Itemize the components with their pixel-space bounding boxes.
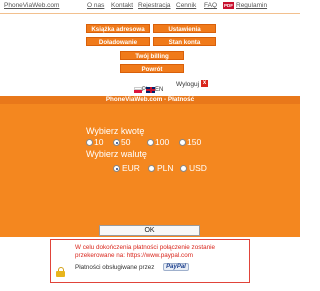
- logout-link[interactable]: Wyloguj: [176, 81, 199, 88]
- english-flag-icon[interactable]: [146, 87, 155, 93]
- amount-option-10: 10: [94, 137, 104, 147]
- amount-option-50: 50: [121, 137, 131, 147]
- amount-option-150: 150: [187, 137, 202, 147]
- amount-option-100: 100: [155, 137, 170, 147]
- nav-link-contact[interactable]: Kontakt: [111, 0, 133, 12]
- account-status-button[interactable]: Stan konta: [153, 37, 216, 46]
- payment-provider-text: Płatności obsługiwane przez: [75, 264, 155, 271]
- amount-radio-150[interactable]: [179, 139, 186, 146]
- nav-link-faq[interactable]: FAQ: [204, 0, 217, 12]
- redirect-notice-line-1: W celu dokończenia płatności połączenie …: [75, 244, 216, 251]
- polish-flag-icon[interactable]: [134, 87, 142, 93]
- currency-radio-pln[interactable]: [148, 165, 155, 172]
- currency-label: Wybierz walutę: [86, 149, 147, 159]
- currency-radio-eur[interactable]: [113, 165, 120, 172]
- currency-option-usd: USD: [189, 163, 207, 173]
- amount-label: Wybierz kwotę: [86, 126, 145, 136]
- settings-button[interactable]: Ustawienia: [153, 24, 216, 33]
- nav-link-register[interactable]: Rejestracja: [138, 0, 171, 12]
- address-book-button[interactable]: Książka adresowa: [86, 24, 150, 33]
- back-button[interactable]: Powrót: [120, 64, 184, 73]
- top-navigation: PhoneViaWeb.com O nas Kontakt Rejestracj…: [0, 0, 300, 12]
- ok-button[interactable]: OK: [99, 225, 200, 236]
- top-divider: [0, 13, 300, 14]
- panel-title: PhoneViaWeb.com - Płatność: [0, 96, 300, 104]
- redirect-notice-line-2: przekerowane na: https://www.paypal.com: [75, 252, 193, 259]
- amount-radio-50[interactable]: [113, 139, 120, 146]
- payment-panel: PhoneViaWeb.com - Płatność Wybierz kwotę…: [0, 96, 300, 237]
- currency-option-pln: PLN: [157, 163, 174, 173]
- your-billing-button[interactable]: Twój billing: [120, 51, 184, 60]
- top-up-button[interactable]: Doładowanie: [86, 37, 150, 46]
- amount-radio-10[interactable]: [86, 139, 93, 146]
- payment-info-box: W celu dokończenia płatności połączenie …: [50, 239, 250, 283]
- nav-link-terms[interactable]: Regulamin: [236, 0, 267, 12]
- nav-link-pricing[interactable]: Cennik: [176, 0, 196, 12]
- paypal-logo: PayPal: [163, 263, 189, 271]
- nav-link-about[interactable]: O nas: [87, 0, 104, 12]
- lock-icon: [56, 267, 65, 277]
- language-en[interactable]: EN: [155, 87, 163, 94]
- currency-option-eur: EUR: [122, 163, 140, 173]
- currency-radio-usd[interactable]: [180, 165, 187, 172]
- logout-close-icon[interactable]: x: [201, 80, 208, 87]
- amount-radio-100[interactable]: [147, 139, 154, 146]
- nav-link-home[interactable]: PhoneViaWeb.com: [4, 0, 59, 12]
- pdf-icon: PDF: [223, 2, 234, 9]
